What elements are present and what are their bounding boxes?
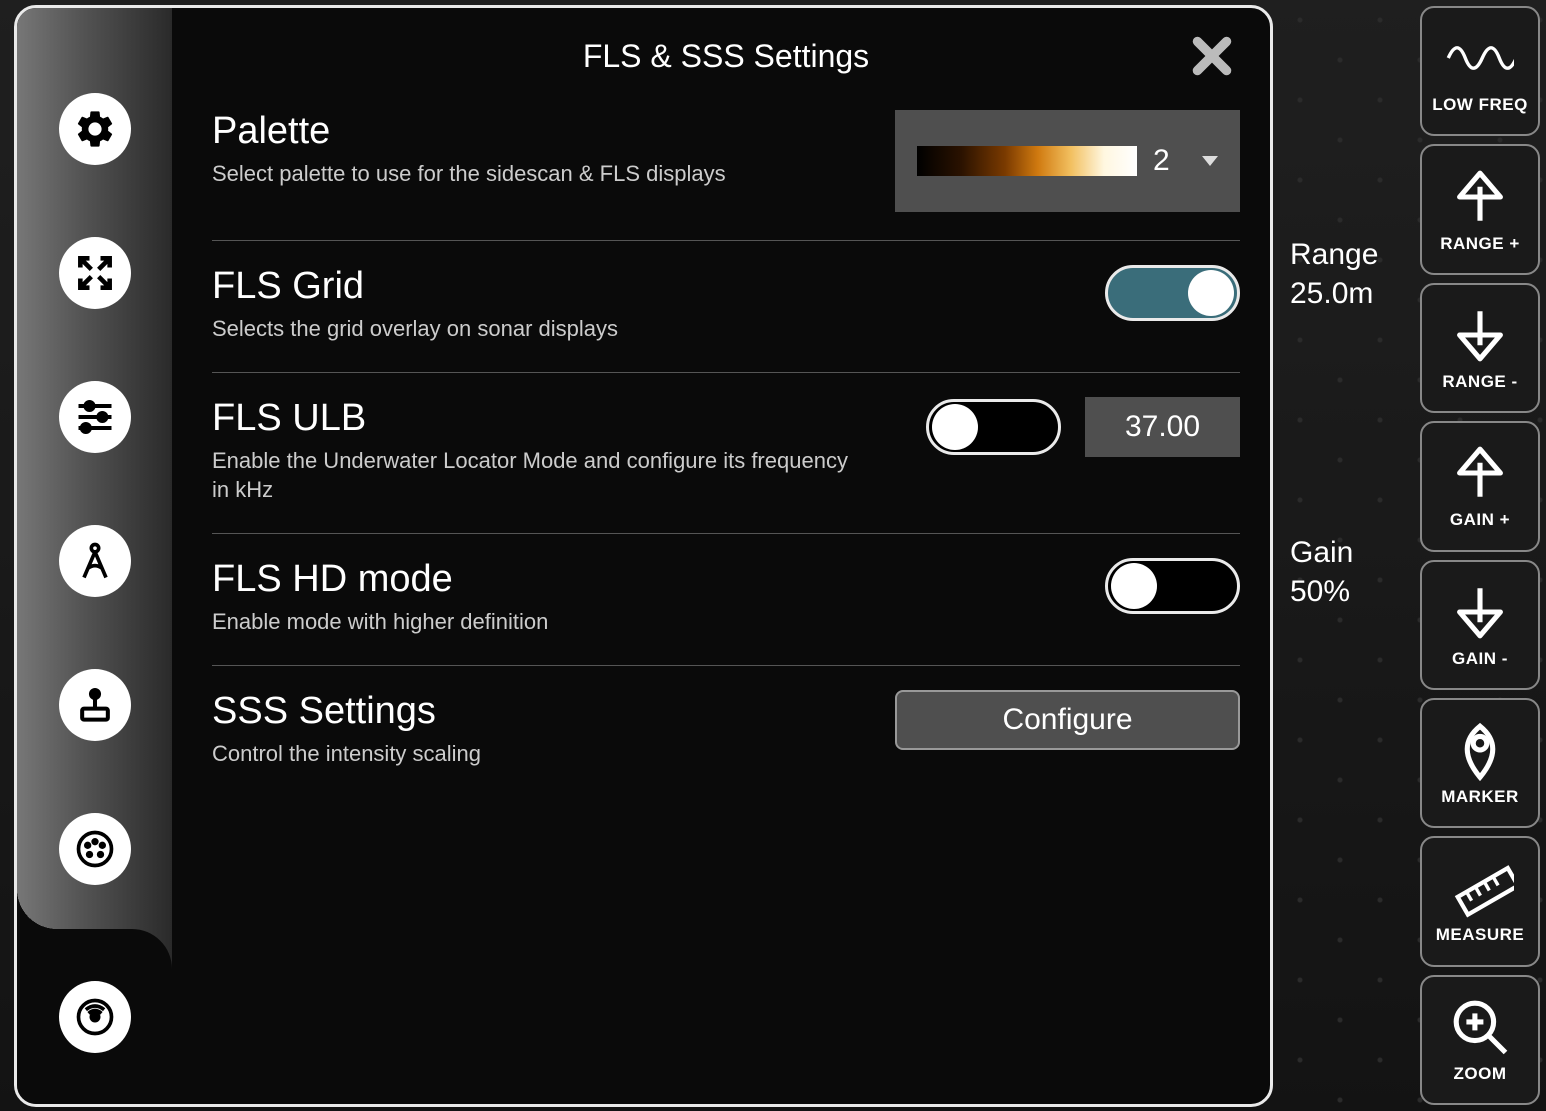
zoom-label: ZOOM — [1454, 1064, 1507, 1084]
measure-button[interactable]: MEASURE — [1420, 836, 1540, 966]
section-fls-hd: FLS HD mode Enable mode with higher defi… — [212, 534, 1240, 666]
sidebar-sonar-icon[interactable] — [59, 981, 131, 1053]
close-button[interactable] — [1184, 28, 1240, 84]
arrow-up-icon — [1446, 166, 1514, 228]
toggle-knob — [932, 404, 978, 450]
zoom-button[interactable]: ZOOM — [1420, 975, 1540, 1105]
wave-icon — [1446, 27, 1514, 89]
marker-label: MARKER — [1441, 787, 1519, 807]
low-freq-label: LOW FREQ — [1432, 95, 1528, 115]
settings-content: FLS & SSS Settings Palette Select palett… — [172, 8, 1270, 1104]
sidebar-sliders-icon[interactable] — [59, 381, 131, 453]
sidebar-compass-icon[interactable] — [59, 525, 131, 597]
arrow-down-icon — [1446, 581, 1514, 643]
sss-desc: Control the intensity scaling — [212, 739, 852, 769]
low-freq-button[interactable]: LOW FREQ — [1420, 6, 1540, 136]
palette-swatch-icon — [917, 146, 1137, 176]
pin-icon — [1446, 719, 1514, 781]
gain-status: Gain 50% — [1290, 533, 1410, 611]
range-label: Range — [1290, 235, 1410, 274]
arrow-down-icon — [1446, 304, 1514, 366]
gain-minus-button[interactable]: GAIN - — [1420, 560, 1540, 690]
right-button-column: LOW FREQ RANGE + RANGE - GAIN + GAIN - — [1420, 6, 1540, 1105]
range-value: 25.0m — [1290, 274, 1410, 313]
arrow-up-icon — [1446, 442, 1514, 504]
range-plus-label: RANGE + — [1440, 234, 1520, 254]
fls-grid-toggle[interactable] — [1105, 265, 1240, 321]
marker-button[interactable]: MARKER — [1420, 698, 1540, 828]
zoom-in-icon — [1446, 996, 1514, 1058]
hd-desc: Enable mode with higher definition — [212, 607, 852, 637]
sidebar-joystick-icon[interactable] — [59, 669, 131, 741]
measure-label: MEASURE — [1436, 925, 1525, 945]
ulb-frequency-input[interactable]: 37.00 — [1085, 397, 1240, 457]
toggle-knob — [1111, 563, 1157, 609]
ulb-desc: Enable the Underwater Locator Mode and c… — [212, 446, 852, 505]
sidebar-settings-icon[interactable] — [59, 93, 131, 165]
palette-index: 2 — [1153, 144, 1170, 178]
sidebar-gauge-icon[interactable] — [59, 813, 131, 885]
range-minus-label: RANGE - — [1442, 372, 1517, 392]
section-sss: SSS Settings Control the intensity scali… — [212, 666, 1240, 797]
chevron-down-icon — [1202, 156, 1218, 166]
sidebar-active-tab — [17, 929, 172, 1104]
fls-ulb-toggle[interactable] — [926, 399, 1061, 455]
grid-heading: FLS Grid — [212, 265, 910, 308]
gain-plus-label: GAIN + — [1450, 510, 1510, 530]
ruler-icon — [1446, 857, 1514, 919]
sss-heading: SSS Settings — [212, 690, 865, 733]
gain-minus-label: GAIN - — [1452, 649, 1508, 669]
settings-panel: FLS & SSS Settings Palette Select palett… — [14, 5, 1273, 1107]
section-fls-grid: FLS Grid Selects the grid overlay on son… — [212, 241, 1240, 373]
gain-value: 50% — [1290, 572, 1410, 611]
gain-plus-button[interactable]: GAIN + — [1420, 421, 1540, 551]
sidebar-fullscreen-icon[interactable] — [59, 237, 131, 309]
range-plus-button[interactable]: RANGE + — [1420, 144, 1540, 274]
palette-dropdown[interactable]: 2 — [895, 110, 1240, 212]
sidebar — [17, 8, 172, 1104]
fls-hd-toggle[interactable] — [1105, 558, 1240, 614]
ulb-heading: FLS ULB — [212, 397, 896, 440]
section-palette: Palette Select palette to use for the si… — [212, 86, 1240, 241]
range-status: Range 25.0m — [1290, 235, 1410, 313]
gain-label: Gain — [1290, 533, 1410, 572]
status-column: Range 25.0m Gain 50% — [1290, 235, 1410, 611]
panel-title: FLS & SSS Settings — [583, 38, 869, 75]
palette-desc: Select palette to use for the sidescan &… — [212, 159, 852, 189]
sss-configure-button[interactable]: Configure — [895, 690, 1240, 750]
section-fls-ulb: FLS ULB Enable the Underwater Locator Mo… — [212, 373, 1240, 534]
hd-heading: FLS HD mode — [212, 558, 910, 601]
palette-heading: Palette — [212, 110, 865, 153]
range-minus-button[interactable]: RANGE - — [1420, 283, 1540, 413]
toggle-knob — [1188, 270, 1234, 316]
grid-desc: Selects the grid overlay on sonar displa… — [212, 314, 852, 344]
